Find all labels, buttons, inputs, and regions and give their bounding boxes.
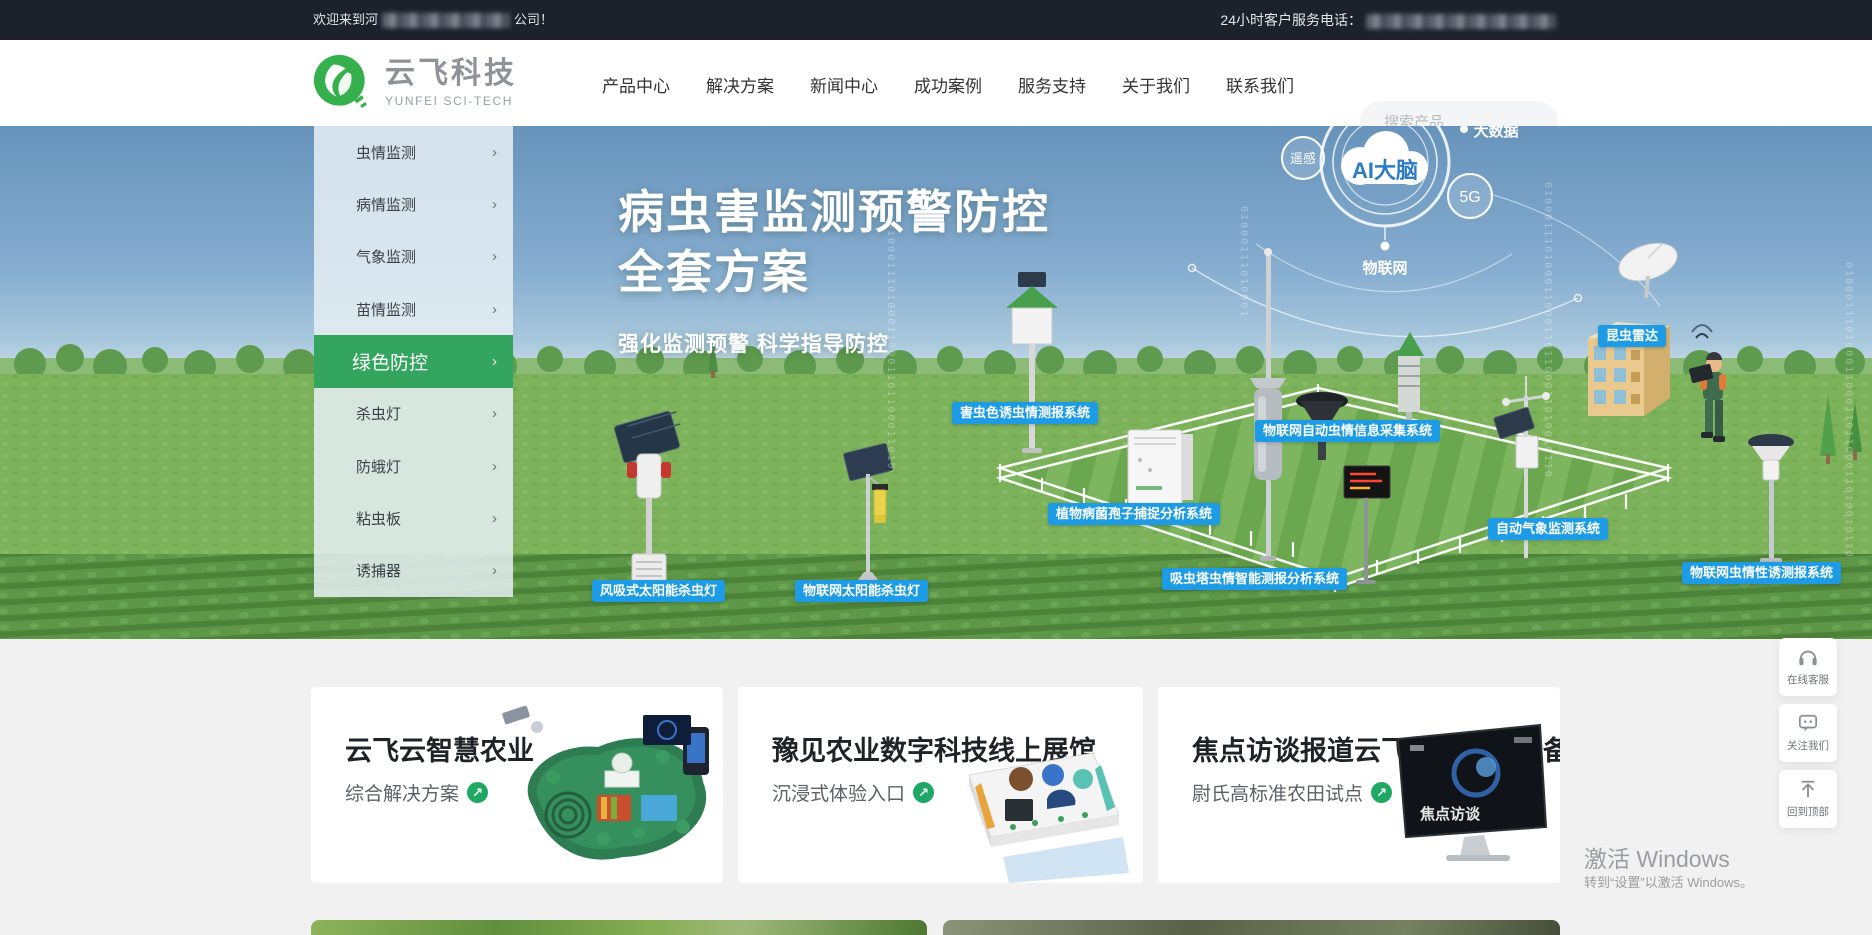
hub-ai-label: AI大脑 (1352, 158, 1418, 183)
top-info-bar: 欢迎来到河 公司！ 24小时客户服务电话： (0, 0, 1872, 40)
hub-node-5g: 5G (1459, 189, 1480, 206)
hero-title-line2: 全套方案 (618, 242, 1050, 302)
hub-node-bigdata: 大数据 (1473, 126, 1518, 140)
back-to-top-button[interactable]: 回到顶部 (1779, 770, 1837, 828)
arrow-up-icon (1798, 779, 1818, 799)
service-phone-label: 24小时客户服务电话： (1220, 12, 1362, 28)
nav-news[interactable]: 新闻中心 (810, 72, 878, 97)
redacted-company-name (382, 13, 510, 28)
exhibition-hall-illustration (943, 687, 1143, 883)
card-online-exhibition[interactable]: 豫见农业数字科技线上展馆 沉浸式体验入口 ↗ (738, 687, 1143, 883)
windows-activation-hint: 转到“设置”以激活 Windows。 (1584, 872, 1753, 891)
hub-node-remote-sensing: 遥感 (1290, 151, 1316, 166)
card-cctv-report[interactable]: 焦点访谈报道云飞数字植保设备 尉氏高标准农田试点 ↗ 焦点访谈 (1158, 687, 1560, 883)
service-phone: 24小时客户服务电话： (1220, 0, 1560, 40)
menu-item-moth-control-lamp[interactable]: 防蛾灯› (314, 440, 513, 492)
main-nav: 产品中心 解决方案 新闻中心 成功案例 服务支持 关于我们 联系我们 (602, 40, 1294, 128)
nav-support[interactable]: 服务支持 (1018, 72, 1086, 97)
online-service-button[interactable]: 在线客服 (1779, 638, 1837, 696)
nav-solutions[interactable]: 解决方案 (706, 72, 774, 97)
logo[interactable]: 云飞科技 YUNFEI SCI-TECH (313, 54, 517, 112)
tv-report-illustration: 焦点访谈 (1380, 687, 1560, 883)
device-tag[interactable]: 自动气象监测系统 (1488, 518, 1608, 540)
welcome-prefix: 欢迎来到河 (313, 12, 378, 27)
chevron-right-icon: › (492, 405, 497, 422)
logo-text: 云飞科技 YUNFEI SCI-TECH (385, 58, 517, 108)
device-tag[interactable]: 风吸式太阳能杀虫灯 (592, 580, 725, 602)
chevron-right-icon: › (492, 510, 497, 527)
device-tag[interactable]: 物联网太阳能杀虫灯 (795, 580, 928, 602)
chevron-right-icon: › (492, 562, 497, 579)
page: 欢迎来到河 公司！ 24小时客户服务电话： 云飞科技 YUNFEI SCI-TEC… (0, 0, 1872, 935)
chevron-right-icon: › (492, 144, 497, 161)
menu-item-lure-trap[interactable]: 诱捕器› (314, 545, 513, 597)
arrow-link-icon[interactable]: ↗ (467, 782, 488, 803)
ai-hub: AI大脑 遥感 5G 物联网 大数据 (1189, 126, 1661, 337)
menu-item-weather-monitoring[interactable]: 气象监测› (314, 231, 513, 283)
nav-about[interactable]: 关于我们 (1122, 72, 1190, 97)
menu-item-seedling-monitoring[interactable]: 苗情监测› (314, 283, 513, 335)
chevron-right-icon: › (492, 458, 497, 475)
binary-stream: 0100011101000110001101100011010010110 (1238, 206, 1249, 316)
card-subtitle[interactable]: 综合解决方案 ↗ (345, 779, 488, 806)
menu-item-insect-monitoring[interactable]: 虫情监测› (314, 126, 513, 178)
next-row-image-left[interactable] (311, 920, 927, 935)
logo-en: YUNFEI SCI-TECH (385, 94, 517, 108)
tv-screen-caption: 焦点访谈 (1419, 805, 1481, 823)
card-subtitle[interactable]: 沉浸式体验入口 ↗ (772, 779, 934, 806)
chevron-right-icon: › (492, 248, 497, 265)
site-header: 云飞科技 YUNFEI SCI-TECH 产品中心 解决方案 新闻中心 成功案例… (0, 40, 1872, 128)
device-tag[interactable]: 植物病菌孢子捕捉分析系统 (1048, 503, 1220, 525)
menu-item-green-control[interactable]: 绿色防控› (314, 335, 513, 387)
windows-activation-watermark: 激活 Windows (1584, 840, 1730, 874)
chevron-right-icon: › (492, 196, 497, 213)
chevron-right-icon: › (492, 301, 497, 318)
follow-us-button[interactable]: 关注我们 (1779, 704, 1837, 762)
menu-item-insect-killing-lamp[interactable]: 杀虫灯› (314, 388, 513, 440)
next-row-image-right[interactable] (943, 920, 1560, 935)
logo-cn: 云飞科技 (385, 58, 517, 90)
hero-copy: 病虫害监测预警防控 全套方案 强化监测预警 科学指导防控 (618, 182, 1050, 358)
arrow-link-icon[interactable]: ↗ (913, 782, 934, 803)
wechat-icon (1797, 713, 1819, 733)
binary-stream: 0100011101000110001101100011010010110 (1542, 182, 1553, 492)
device-tag[interactable]: 昆虫雷达 (1598, 325, 1666, 347)
card-subtitle[interactable]: 尉氏高标准农田试点 ↗ (1192, 779, 1392, 806)
hero-title-line1: 病虫害监测预警防控 (618, 182, 1050, 242)
hero-banner: AI大脑 遥感 5G 物联网 大数据 (0, 126, 1872, 639)
welcome-suffix: 公司！ (514, 12, 553, 27)
device-tag[interactable]: 害虫色诱虫情测报系统 (952, 402, 1098, 424)
card-smart-agriculture[interactable]: 云飞云智慧农业 综合解决方案 ↗ (311, 687, 723, 883)
logo-icon (313, 54, 371, 112)
menu-item-disease-monitoring[interactable]: 病情监测› (314, 178, 513, 230)
menu-item-sticky-trap-board[interactable]: 粘虫板› (314, 492, 513, 544)
device-tag[interactable]: 物联网自动虫情信息采集系统 (1255, 420, 1440, 442)
smart-farm-illustration (493, 687, 723, 883)
headset-icon (1797, 647, 1819, 667)
device-tag[interactable]: 物联网虫情性诱测报系统 (1682, 562, 1841, 584)
welcome-message: 欢迎来到河 公司！ (313, 0, 553, 40)
redacted-phone-number (1366, 14, 1556, 29)
device-tag[interactable]: 吸虫塔虫情智能测报分析系统 (1162, 568, 1347, 590)
nav-products[interactable]: 产品中心 (602, 72, 670, 97)
hub-node-iot: 物联网 (1362, 259, 1407, 277)
spore-cabinet-device (1128, 430, 1193, 504)
product-mega-menu: 虫情监测› 病情监测› 气象监测› 苗情监测› 绿色防控› 杀虫灯› 防蛾灯› … (314, 126, 513, 597)
binary-stream: 0100011101000110001101100011010010110 (1843, 262, 1854, 562)
nav-contact[interactable]: 联系我们 (1226, 72, 1294, 97)
hero-subtitle: 强化监测预警 科学指导防控 (618, 328, 1050, 358)
chevron-right-icon: › (492, 353, 497, 370)
nav-cases[interactable]: 成功案例 (914, 72, 982, 97)
